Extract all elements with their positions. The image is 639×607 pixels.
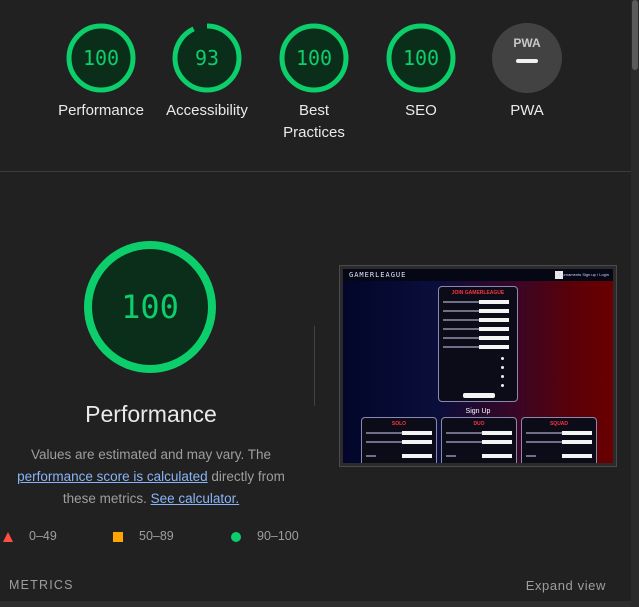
main-score: 100 bbox=[121, 288, 179, 326]
preview-squad-title: SQUAD bbox=[549, 421, 569, 427]
preview-solo-title: SOLO bbox=[391, 421, 407, 427]
vertical-scrollbar[interactable] bbox=[631, 0, 639, 607]
desc-text-1: Values are estimated and may vary. The bbox=[30, 447, 272, 462]
gauge-label: SEO bbox=[405, 102, 437, 119]
preview-field bbox=[443, 309, 509, 313]
pwa-badge-text: PWA bbox=[513, 36, 541, 50]
gauge-score: 100 bbox=[403, 46, 439, 70]
gauge-label: PWA bbox=[510, 102, 544, 119]
legend-range: 0–49 bbox=[29, 529, 57, 543]
scrollbar-thumb[interactable] bbox=[632, 0, 638, 70]
expand-view-toggle[interactable]: Expand view bbox=[526, 578, 606, 593]
preview-field bbox=[443, 300, 509, 304]
preview-solo-card: SOLO bbox=[361, 417, 437, 463]
final-screenshot[interactable]: GAMERLEAGUE Tournaments Sign up / Login … bbox=[339, 265, 617, 467]
gauge-label: Best Practices bbox=[259, 100, 369, 144]
score-ring: 100 bbox=[66, 23, 136, 93]
preview-field bbox=[443, 327, 509, 331]
gauge-label: Accessibility bbox=[166, 102, 248, 119]
preview-radio bbox=[501, 357, 504, 360]
preview-field bbox=[443, 318, 509, 322]
main-title: Performance bbox=[85, 401, 217, 427]
preview-join-title: JOIN GAMERLEAGUE bbox=[451, 290, 505, 296]
see-calculator-link[interactable]: See calculator. bbox=[151, 491, 240, 506]
score-legend: 0–49 50–89 90–100 bbox=[0, 529, 631, 547]
gauge-label-line1: Best bbox=[298, 102, 329, 119]
preview-duo-card: DUO bbox=[441, 417, 517, 463]
preview-logo: GAMERLEAGUE bbox=[349, 271, 407, 279]
preview-duo-title: DUO bbox=[473, 421, 485, 427]
page-preview: GAMERLEAGUE Tournaments Sign up / Login … bbox=[343, 269, 613, 463]
preview-navbar: GAMERLEAGUE Tournaments Sign up / Login bbox=[343, 269, 613, 281]
gauge-seo[interactable]: 100 SEO bbox=[366, 22, 476, 122]
legend-range: 90–100 bbox=[257, 529, 299, 543]
gauge-label-line2: Practices bbox=[283, 124, 345, 141]
preview-join-button bbox=[463, 393, 495, 398]
square-icon bbox=[113, 532, 123, 542]
category-scores-header: 100 Performance 93 Accessibility 100 Bes… bbox=[0, 0, 631, 172]
main-performance-gauge: 100 bbox=[84, 241, 216, 373]
performance-description: Values are estimated and may vary. The p… bbox=[0, 444, 302, 510]
legend-range: 50–89 bbox=[139, 529, 174, 543]
preview-radio bbox=[501, 375, 504, 378]
triangle-icon bbox=[3, 532, 13, 542]
preview-field bbox=[443, 345, 509, 349]
metrics-heading: METRICS bbox=[9, 578, 74, 592]
preview-squad-card: SQUAD bbox=[521, 417, 597, 463]
gauge-performance[interactable]: 100 Performance bbox=[46, 22, 156, 122]
pwa-badge: PWA bbox=[492, 23, 562, 93]
gauge-score: 93 bbox=[195, 46, 219, 70]
score-ring: 93 bbox=[172, 23, 242, 93]
divider bbox=[314, 326, 315, 406]
preview-nav-links: Tournaments Sign up / Login bbox=[558, 272, 609, 277]
gauge-pwa[interactable]: PWA PWA bbox=[472, 22, 582, 122]
preview-signup-title: Sign Up bbox=[465, 408, 491, 415]
dash-icon bbox=[516, 59, 538, 63]
horizontal-scrollbar[interactable] bbox=[0, 601, 631, 607]
gauge-label: Performance bbox=[58, 102, 144, 119]
score-calculated-link[interactable]: performance score is calculated bbox=[17, 469, 208, 484]
score-ring: 100 bbox=[279, 23, 349, 93]
gauge-best-practices[interactable]: 100 Best Practices bbox=[259, 22, 369, 144]
score-ring: 100 bbox=[386, 23, 456, 93]
preview-radio bbox=[501, 384, 504, 387]
gauge-accessibility[interactable]: 93 Accessibility bbox=[152, 22, 262, 122]
circle-icon bbox=[231, 532, 241, 542]
preview-radio bbox=[501, 366, 504, 369]
preview-field bbox=[443, 336, 509, 340]
gauge-score: 100 bbox=[83, 46, 119, 70]
preview-join-card: JOIN GAMERLEAGUE bbox=[438, 286, 518, 402]
gauge-score: 100 bbox=[296, 46, 332, 70]
